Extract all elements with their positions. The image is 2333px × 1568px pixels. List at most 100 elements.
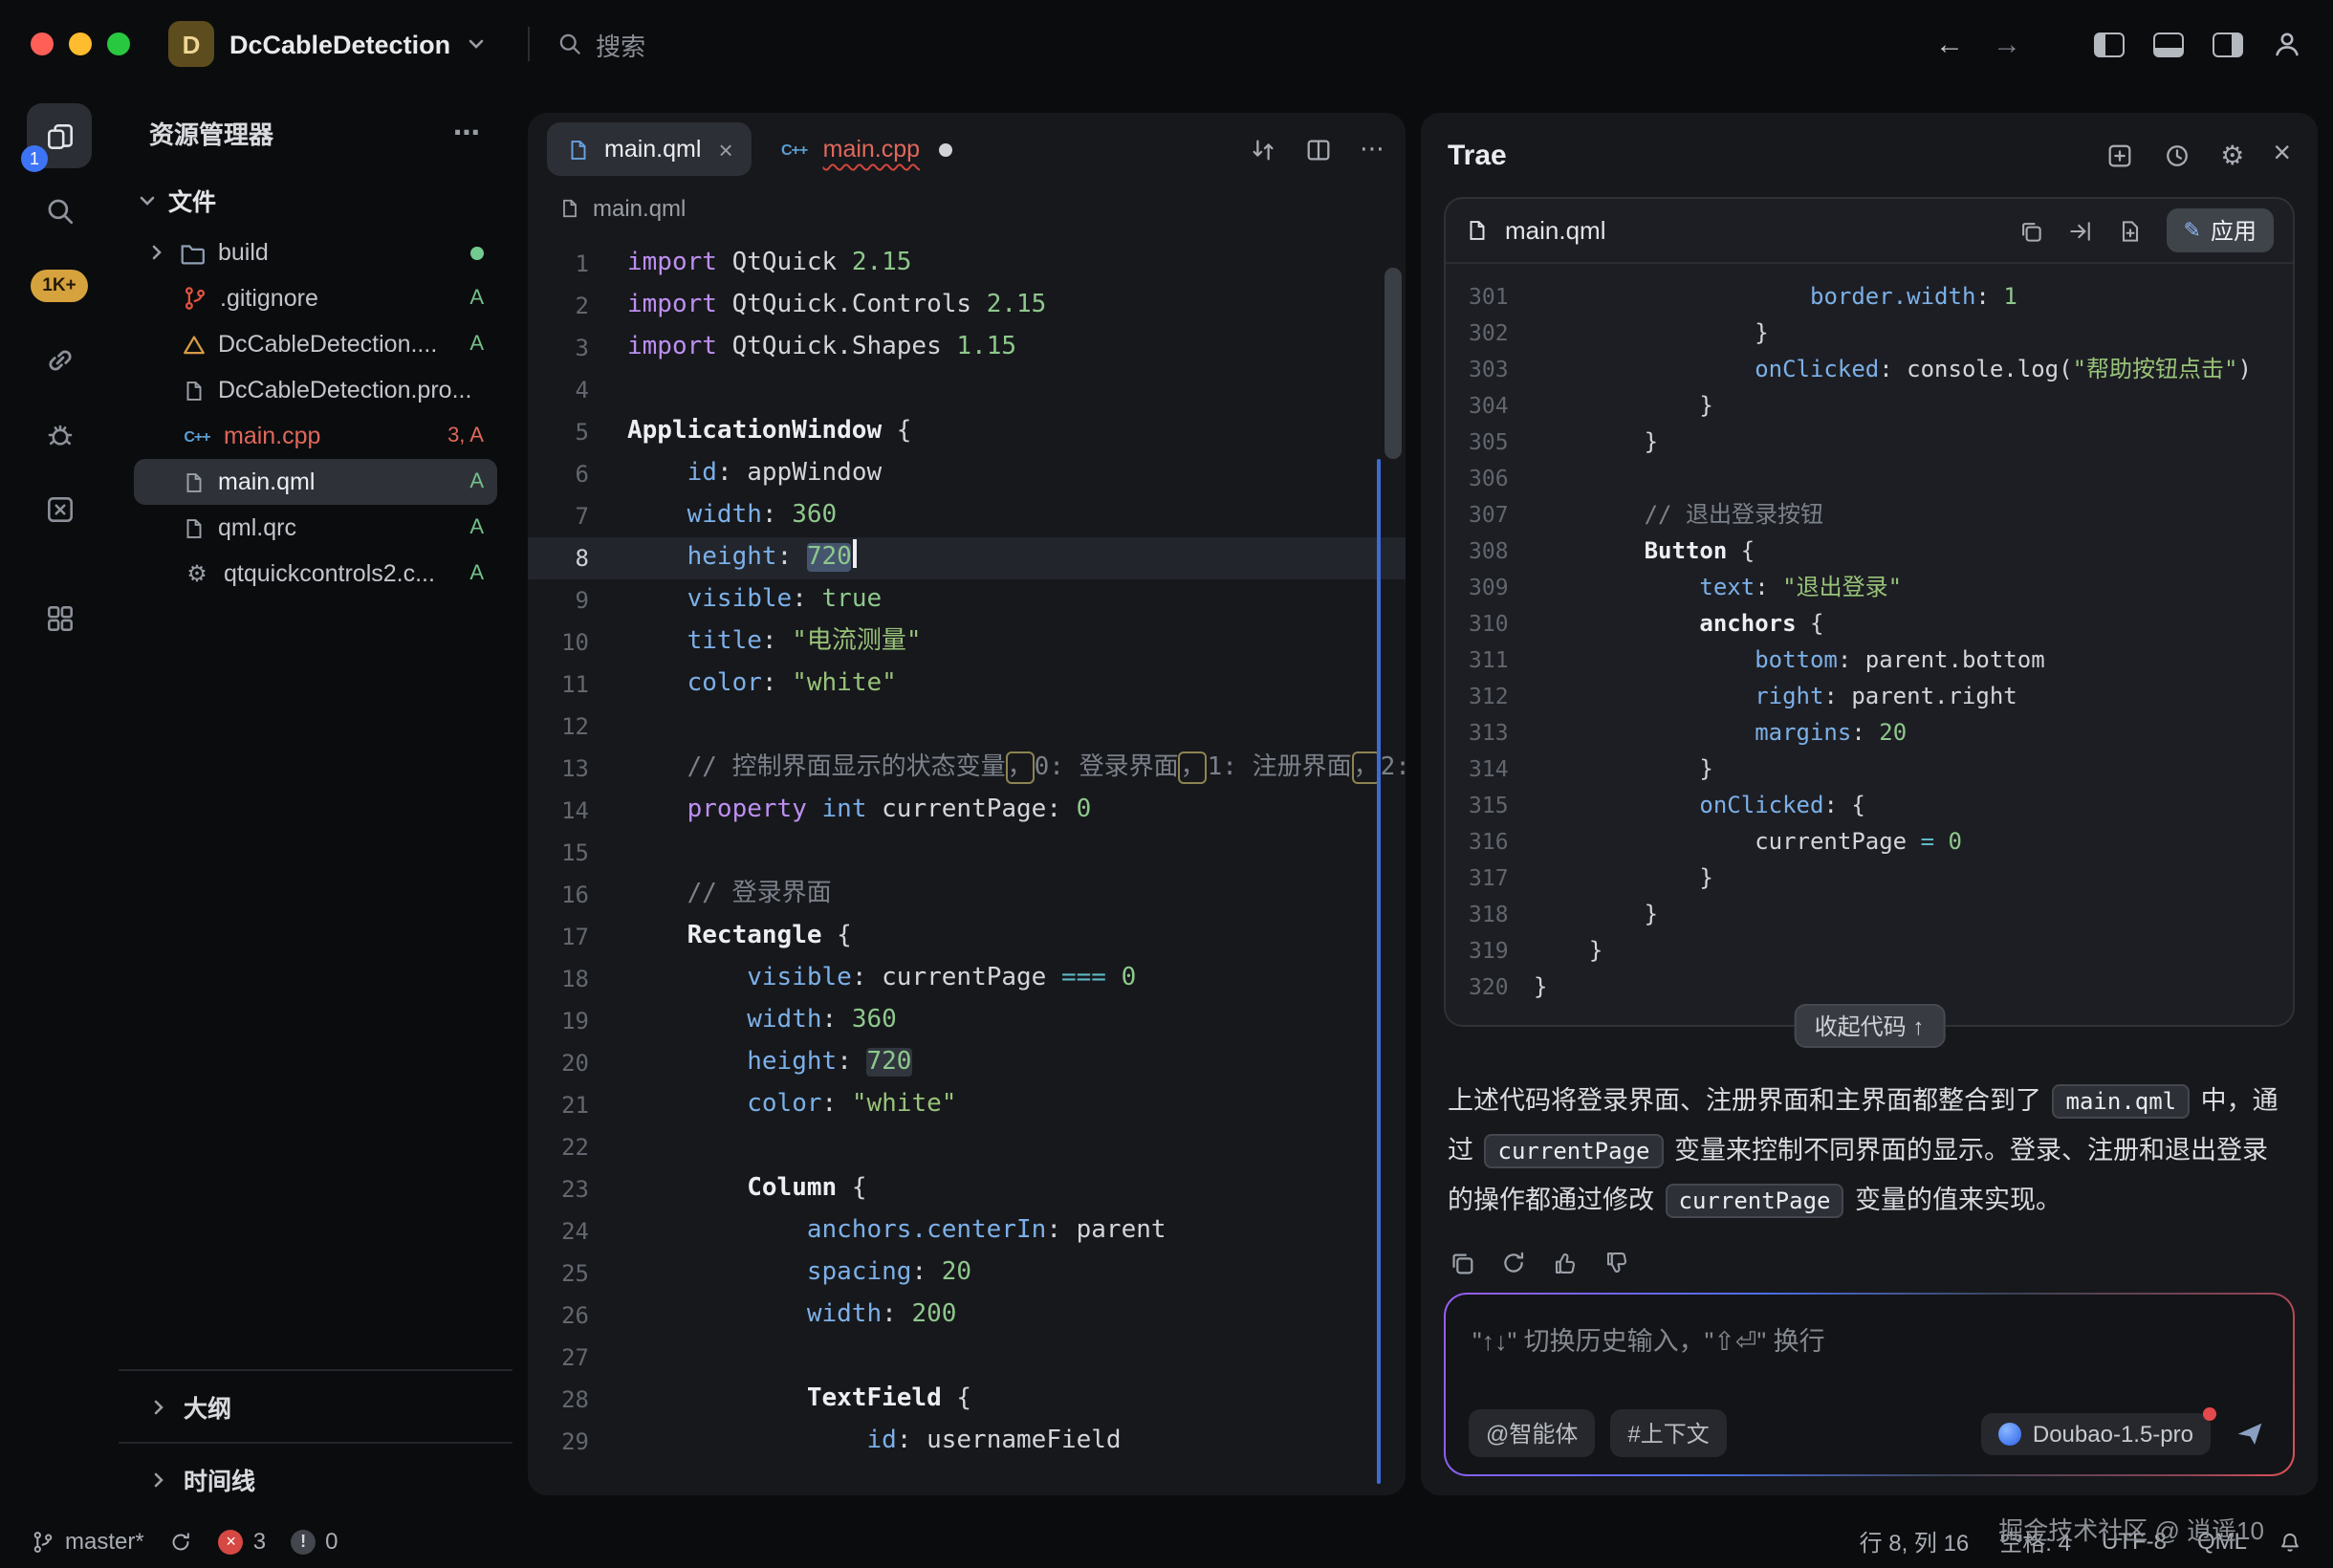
nav-back-icon[interactable]: ← (1935, 28, 1964, 60)
tree-item-DcCableDetection-pro-[interactable]: DcCableDetection.pro... (134, 367, 497, 413)
insert-code-icon[interactable] (2067, 217, 2094, 244)
code-line-14[interactable]: 14 property int currentPage: 0 (528, 790, 1406, 832)
code-line-4[interactable]: 4 (528, 369, 1406, 411)
new-file-icon[interactable] (2117, 217, 2144, 244)
cursor-position[interactable]: 行 8, 列 16 (1860, 1525, 1970, 1557)
tab-main-cpp[interactable]: C++ main.cpp (760, 122, 971, 176)
close-window-button[interactable] (31, 33, 54, 55)
minimize-window-button[interactable] (69, 33, 92, 55)
ai-code-line-315: 315 onClicked: { (1469, 788, 2270, 824)
code-line-7[interactable]: 7 width: 360 (528, 495, 1406, 537)
bell-icon[interactable] (2278, 1529, 2302, 1554)
code-line-9[interactable]: 9 visible: true (528, 579, 1406, 621)
tree-item--gitignore[interactable]: .gitignoreA (134, 275, 497, 321)
problems-errors[interactable]: × 3 (219, 1528, 266, 1555)
tab-actions: ⋯ (1249, 134, 1386, 164)
send-icon[interactable] (2234, 1417, 2266, 1449)
timeline-section-header[interactable]: 时间线 (119, 1442, 512, 1514)
tab-main-qml[interactable]: main.qml × (547, 122, 752, 176)
inline-code-chip[interactable]: main.qml (2053, 1084, 2191, 1119)
code-line-3[interactable]: 3import QtQuick.Shapes 1.15 (528, 327, 1406, 369)
account-icon[interactable] (2272, 29, 2302, 59)
tree-item-qtquickcontrols2-c-[interactable]: ⚙qtquickcontrols2.c...A (134, 551, 497, 597)
sidebar-item-updates[interactable]: 1K+ (27, 252, 92, 317)
problems-warnings[interactable]: ! 0 (291, 1528, 338, 1555)
code-line-10[interactable]: 10 title: "电流测量" (528, 621, 1406, 664)
code-line-26[interactable]: 26 width: 200 (528, 1295, 1406, 1337)
tree-item-main-cpp[interactable]: C++main.cpp3, A (134, 413, 497, 459)
maximize-window-button[interactable] (107, 33, 130, 55)
regenerate-icon[interactable] (1499, 1249, 1528, 1277)
code-line-6[interactable]: 6 id: appWindow (528, 453, 1406, 495)
sidebar-item-extensions[interactable] (27, 585, 92, 650)
model-selector[interactable]: Doubao-1.5-pro (1981, 1412, 2211, 1454)
code-line-20[interactable]: 20 height: 720 (528, 1042, 1406, 1084)
code-line-11[interactable]: 11 color: "white" (528, 664, 1406, 706)
inline-code-chip[interactable]: currentPage (1666, 1184, 1844, 1218)
apply-button[interactable]: ✎ 应用 (2167, 208, 2274, 252)
code-area[interactable]: 1import QtQuick 2.152import QtQuick.Cont… (528, 231, 1406, 1463)
split-editor-icon[interactable] (1304, 135, 1333, 163)
context-chip[interactable]: #上下文 (1610, 1409, 1726, 1457)
code-line-15[interactable]: 15 (528, 832, 1406, 874)
code-line-18[interactable]: 18 visible: currentPage === 0 (528, 958, 1406, 1000)
sidebar-item-remote[interactable] (27, 327, 92, 392)
project-selector[interactable]: D DcCableDetection (168, 21, 485, 67)
code-line-2[interactable]: 2import QtQuick.Controls 2.15 (528, 285, 1406, 327)
code-line-8[interactable]: 8 height: 720 (528, 537, 1406, 579)
sidebar-item-debug[interactable] (27, 402, 92, 467)
sync-icon[interactable] (169, 1529, 194, 1554)
ai-code-block[interactable]: 301 border.width: 1302 }303 onClicked: c… (1446, 264, 2293, 1025)
code-line-27[interactable]: 27 (528, 1337, 1406, 1379)
sidebar-item-output[interactable] (27, 476, 92, 541)
code-line-28[interactable]: 28 TextField { (528, 1379, 1406, 1421)
nav-forward-icon[interactable]: → (1993, 28, 2021, 60)
thumbs-down-icon[interactable] (1603, 1249, 1631, 1277)
breadcrumb[interactable]: main.qml (528, 185, 1406, 231)
ai-message: 上述代码将登录界面、注册界面和主界面都整合到了 main.qml 中，通过 cu… (1444, 1077, 2295, 1226)
agent-chip[interactable]: @智能体 (1469, 1409, 1595, 1457)
code-line-17[interactable]: 17 Rectangle { (528, 916, 1406, 958)
code-line-21[interactable]: 21 color: "white" (528, 1084, 1406, 1126)
git-branch-item[interactable]: master* (31, 1528, 144, 1555)
toggle-right-panel-icon[interactable] (2213, 32, 2243, 56)
toggle-left-panel-icon[interactable] (2094, 32, 2125, 56)
collapse-code-button[interactable]: 收起代码 ↑ (1794, 1004, 1946, 1048)
chat-input[interactable]: "↑↓" 切换历史输入，"⇧⏎" 换行 @智能体 #上下文 Doubao-1.5… (1444, 1293, 2295, 1476)
tree-item-build[interactable]: build (134, 229, 497, 275)
code-line-5[interactable]: 5ApplicationWindow { (528, 411, 1406, 453)
more-actions-icon[interactable]: ⋯ (453, 117, 482, 149)
new-chat-icon[interactable] (2105, 141, 2134, 169)
code-line-22[interactable]: 22 (528, 1126, 1406, 1168)
code-line-16[interactable]: 16 // 登录界面 (528, 874, 1406, 916)
thumbs-up-icon[interactable] (1551, 1249, 1580, 1277)
settings-gear-icon[interactable]: ⚙ (2220, 139, 2244, 171)
tree-item-main-qml[interactable]: main.qmlA (134, 459, 497, 505)
history-icon[interactable] (2163, 141, 2191, 169)
global-search[interactable]: 搜索 (556, 26, 645, 62)
code-line-1[interactable]: 1import QtQuick 2.15 (528, 243, 1406, 285)
code-line-25[interactable]: 25 spacing: 20 (528, 1252, 1406, 1295)
tree-item-DcCableDetection-[interactable]: DcCableDetection....A (134, 321, 497, 367)
code-line-13[interactable]: 13 // 控制界面显示的状态变量，0: 登录界面，1: 注册界面，2: 主界面 (528, 748, 1406, 790)
copy-icon[interactable] (1448, 1249, 1476, 1277)
code-line-29[interactable]: 29 id: usernameField (528, 1421, 1406, 1463)
code-line-24[interactable]: 24 anchors.centerIn: parent (528, 1210, 1406, 1252)
scrollbar-thumb[interactable] (1385, 268, 1402, 459)
code-line-12[interactable]: 12 (528, 706, 1406, 748)
files-section-header[interactable]: 文件 (119, 166, 512, 226)
outline-section-header[interactable]: 大纲 (119, 1369, 512, 1442)
more-actions-icon[interactable]: ⋯ (1360, 134, 1386, 164)
line-number: 11 (528, 664, 627, 706)
close-tab-icon[interactable]: × (718, 135, 732, 163)
sidebar-item-search[interactable] (27, 178, 92, 243)
code-line-23[interactable]: 23 Column { (528, 1168, 1406, 1210)
code-line-19[interactable]: 19 width: 360 (528, 1000, 1406, 1042)
diff-icon[interactable] (1249, 135, 1277, 163)
copy-icon[interactable] (2017, 217, 2044, 244)
close-panel-icon[interactable]: × (2273, 140, 2291, 170)
tree-item-qml-qrc[interactable]: qml.qrcA (134, 505, 497, 551)
toggle-bottom-panel-icon[interactable] (2153, 32, 2184, 56)
inline-code-chip[interactable]: currentPage (1485, 1134, 1664, 1168)
sidebar-item-explorer[interactable]: 1 (27, 103, 92, 168)
